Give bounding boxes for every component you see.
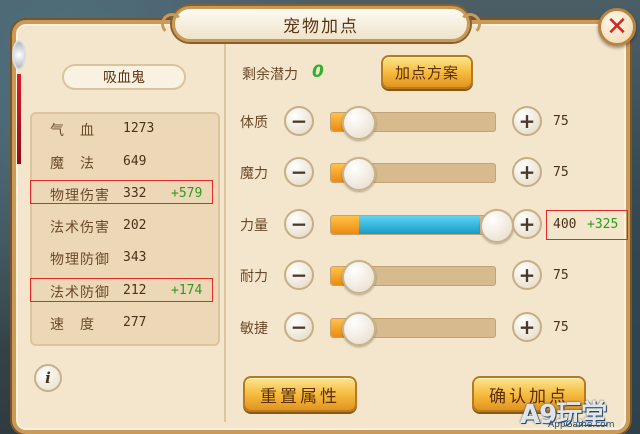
minus-button[interactable]: − bbox=[284, 260, 314, 290]
minus-icon: − bbox=[290, 160, 308, 184]
stat-value: 649 bbox=[123, 154, 147, 169]
reset-button-label: 重置属性 bbox=[260, 386, 340, 407]
attribute-slider[interactable] bbox=[330, 106, 496, 140]
stat-value: 1273 bbox=[123, 121, 155, 136]
stat-value: 277 bbox=[123, 315, 147, 330]
minus-icon: − bbox=[290, 212, 308, 236]
attribute-row-agility: 敏捷 − + 75 bbox=[240, 310, 630, 346]
attribute-slider[interactable] bbox=[330, 209, 514, 243]
minus-icon: − bbox=[290, 109, 308, 133]
attribute-value: 75 bbox=[553, 114, 569, 129]
minus-button[interactable]: − bbox=[284, 209, 314, 239]
confirm-button[interactable]: 确认加点 bbox=[472, 376, 586, 412]
slider-knob[interactable] bbox=[342, 260, 377, 294]
attribute-slider[interactable] bbox=[330, 312, 496, 346]
plus-icon: + bbox=[518, 315, 536, 339]
tassel-ornament bbox=[8, 40, 30, 164]
highlight-box bbox=[30, 278, 213, 302]
panel-title-text: 宠物加点 bbox=[283, 16, 359, 37]
slider-fill-base bbox=[331, 216, 360, 234]
plus-button[interactable]: + bbox=[512, 157, 542, 187]
highlight-box bbox=[30, 180, 213, 204]
stat-label: 魔 法 bbox=[50, 156, 95, 172]
minus-icon: − bbox=[290, 263, 308, 287]
minus-icon: − bbox=[290, 315, 308, 339]
plus-button[interactable]: + bbox=[512, 106, 542, 136]
info-button[interactable]: i bbox=[34, 364, 62, 392]
stat-row-physical-defense: 物理防御 343 bbox=[30, 246, 220, 270]
attribute-value: 75 bbox=[553, 268, 569, 283]
pet-name-plate: 吸血鬼 bbox=[62, 64, 186, 90]
stat-label: 速 度 bbox=[50, 317, 95, 333]
confirm-button-label: 确认加点 bbox=[489, 386, 569, 407]
reset-button[interactable]: 重置属性 bbox=[243, 376, 357, 412]
attribute-label: 力量 bbox=[240, 218, 268, 234]
plan-button-label: 加点方案 bbox=[394, 63, 459, 82]
attribute-value: 75 bbox=[553, 320, 569, 335]
stat-label: 法术伤害 bbox=[50, 220, 110, 236]
stat-value: 202 bbox=[123, 218, 147, 233]
plus-icon: + bbox=[518, 212, 536, 236]
slider-knob[interactable] bbox=[342, 157, 377, 191]
stat-label: 气 血 bbox=[50, 123, 95, 139]
plus-button[interactable]: + bbox=[512, 260, 542, 290]
plus-icon: + bbox=[518, 263, 536, 287]
attribute-row-magic: 魔力 − + 75 bbox=[240, 155, 630, 191]
stat-label: 物理防御 bbox=[50, 252, 110, 268]
plus-icon: + bbox=[518, 109, 536, 133]
scroll-curl-right bbox=[459, 13, 481, 35]
stat-row-speed: 速 度 277 bbox=[30, 311, 220, 335]
slider-fill-added bbox=[359, 216, 480, 234]
minus-button[interactable]: − bbox=[284, 157, 314, 187]
slider-knob[interactable] bbox=[480, 209, 514, 243]
attribute-label: 体质 bbox=[240, 115, 268, 131]
panel-title: 宠物加点 bbox=[161, 6, 481, 42]
stat-value: 343 bbox=[123, 250, 147, 265]
pet-name: 吸血鬼 bbox=[103, 70, 145, 86]
jade-knot bbox=[12, 40, 26, 70]
close-icon: ✕ bbox=[606, 12, 628, 42]
potential-value: 0 bbox=[312, 62, 324, 82]
attribute-value: 75 bbox=[553, 165, 569, 180]
attribute-slider[interactable] bbox=[330, 260, 496, 294]
attribute-label: 耐力 bbox=[240, 269, 268, 285]
info-icon: i bbox=[45, 369, 51, 387]
attribute-row-endurance: 耐力 − + 75 bbox=[240, 258, 630, 294]
stat-row-mp: 魔 法 649 bbox=[30, 150, 220, 174]
stat-row-magic-attack: 法术伤害 202 bbox=[30, 214, 220, 238]
attribute-row-constitution: 体质 − + 75 bbox=[240, 104, 630, 140]
highlight-box bbox=[546, 210, 628, 240]
minus-button[interactable]: − bbox=[284, 312, 314, 342]
attribute-label: 魔力 bbox=[240, 166, 268, 182]
plus-icon: + bbox=[518, 160, 536, 184]
slider-knob[interactable] bbox=[342, 106, 377, 140]
attribute-label: 敏捷 bbox=[240, 321, 268, 337]
plan-button[interactable]: 加点方案 bbox=[381, 55, 473, 89]
attribute-slider[interactable] bbox=[330, 157, 496, 191]
scroll-curl-left bbox=[161, 13, 183, 35]
potential-label: 剩余潜力 bbox=[242, 67, 298, 83]
stat-row-hp: 气 血 1273 bbox=[30, 117, 220, 141]
close-button[interactable]: ✕ bbox=[598, 8, 636, 46]
plus-button[interactable]: + bbox=[512, 209, 542, 239]
plus-button[interactable]: + bbox=[512, 312, 542, 342]
red-tassel bbox=[17, 74, 21, 164]
slider-knob[interactable] bbox=[342, 312, 377, 346]
column-divider bbox=[224, 42, 226, 422]
minus-button[interactable]: − bbox=[284, 106, 314, 136]
